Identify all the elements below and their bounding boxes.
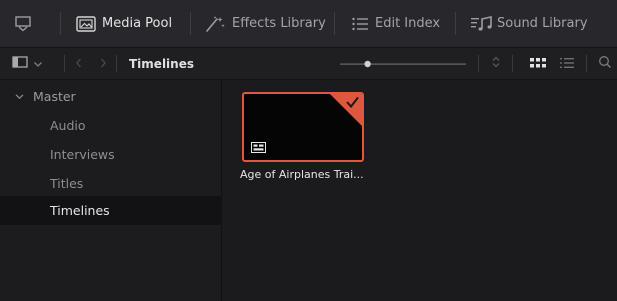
module-tabs-bar: Media Pool Effects Library Edit Index So…: [0, 0, 617, 48]
sound-library-icon: [471, 15, 493, 32]
timeline-clip-thumbnail[interactable]: [242, 92, 364, 162]
chevron-down-icon[interactable]: [15, 89, 24, 104]
back-button[interactable]: [74, 48, 84, 79]
zoom-slider-handle[interactable]: [364, 60, 371, 67]
effects-wand-icon: [204, 15, 226, 33]
media-pool-toolbar: Timelines: [0, 48, 617, 80]
sort-button[interactable]: [491, 48, 501, 79]
panel-toggle-button[interactable]: [14, 0, 38, 47]
chevron-down-icon: [33, 54, 43, 73]
bin-audio[interactable]: Audio: [0, 111, 221, 140]
list-view-button[interactable]: [560, 48, 574, 79]
toolbar-divider: [64, 55, 65, 72]
tab-divider: [455, 12, 456, 35]
tab-label: Edit Index: [375, 16, 441, 31]
bin-label: Interviews: [50, 147, 115, 162]
bin-interviews[interactable]: Interviews: [0, 140, 221, 169]
search-button[interactable]: [598, 48, 612, 79]
tab-divider: [190, 12, 191, 35]
tab-divider: [334, 12, 335, 35]
timeline-icon: [251, 138, 266, 157]
tab-label: Effects Library: [232, 16, 326, 31]
breadcrumb: Timelines: [129, 56, 194, 71]
bin-master[interactable]: Master: [0, 82, 221, 111]
tab-sound-library[interactable]: Sound Library: [471, 0, 588, 47]
tab-label: Media Pool: [102, 16, 173, 31]
bin-label: Titles: [50, 176, 84, 191]
chevron-right-icon: [98, 54, 108, 73]
edit-index-list-icon: [351, 16, 369, 32]
bin-list-toggle-button[interactable]: [12, 48, 28, 79]
media-pool-icon: [76, 15, 96, 33]
bin-label: Audio: [50, 118, 86, 133]
zoom-slider-track: [340, 60, 466, 67]
clip-name-label[interactable]: Age of Airplanes Trai...: [240, 168, 400, 181]
tab-edit-index[interactable]: Edit Index: [351, 0, 440, 47]
tab-divider: [60, 12, 61, 35]
thumbnail-view-button[interactable]: [530, 48, 546, 79]
toolbar-divider: [586, 55, 587, 72]
bin-titles[interactable]: Titles: [0, 169, 221, 198]
grid-view-icon: [530, 54, 546, 73]
forward-button[interactable]: [98, 48, 108, 79]
search-icon: [598, 54, 612, 73]
bin-timelines[interactable]: Timelines: [0, 196, 221, 225]
bin-label: Master: [33, 89, 76, 104]
toolbar-divider: [478, 55, 479, 72]
tab-media-pool[interactable]: Media Pool: [76, 0, 172, 47]
bin-list-dropdown-button[interactable]: [33, 48, 43, 79]
bin-list-sidebar: Master Audio Interviews Titles Timelines: [0, 80, 222, 301]
sidebar-layout-icon: [12, 54, 28, 73]
tab-effects-library[interactable]: Effects Library: [204, 0, 326, 47]
tab-label: Sound Library: [497, 16, 588, 31]
sort-updown-icon: [491, 54, 501, 73]
chevron-left-icon: [74, 54, 84, 73]
media-pool-window: Media Pool Effects Library Edit Index So…: [0, 0, 617, 301]
list-view-icon: [560, 54, 574, 73]
bin-label: Timelines: [50, 203, 110, 218]
panel-collapse-icon: [14, 15, 32, 33]
toolbar-divider: [116, 55, 117, 72]
toolbar-divider: [512, 55, 513, 72]
thumbnail-zoom-slider[interactable]: [340, 48, 466, 79]
